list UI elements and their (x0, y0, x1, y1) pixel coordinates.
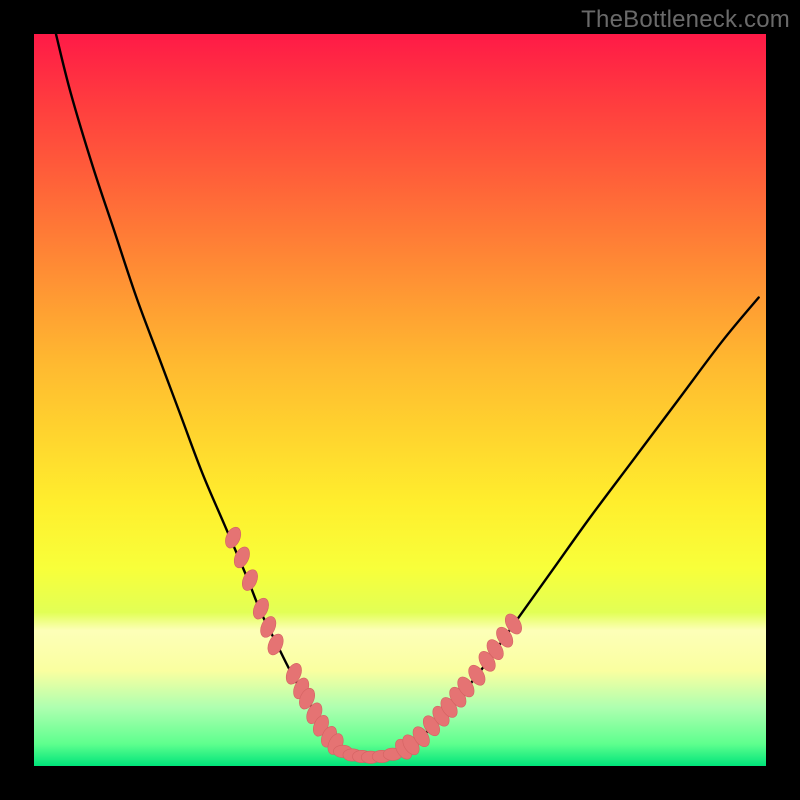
plot-area (34, 34, 766, 766)
curve-marker (239, 567, 260, 593)
watermark-text: TheBottleneck.com (581, 6, 790, 34)
chart-container: TheBottleneck.com (0, 0, 800, 800)
bottleneck-curve (56, 34, 759, 758)
curve-svg (34, 34, 766, 766)
curve-markers (222, 525, 525, 764)
